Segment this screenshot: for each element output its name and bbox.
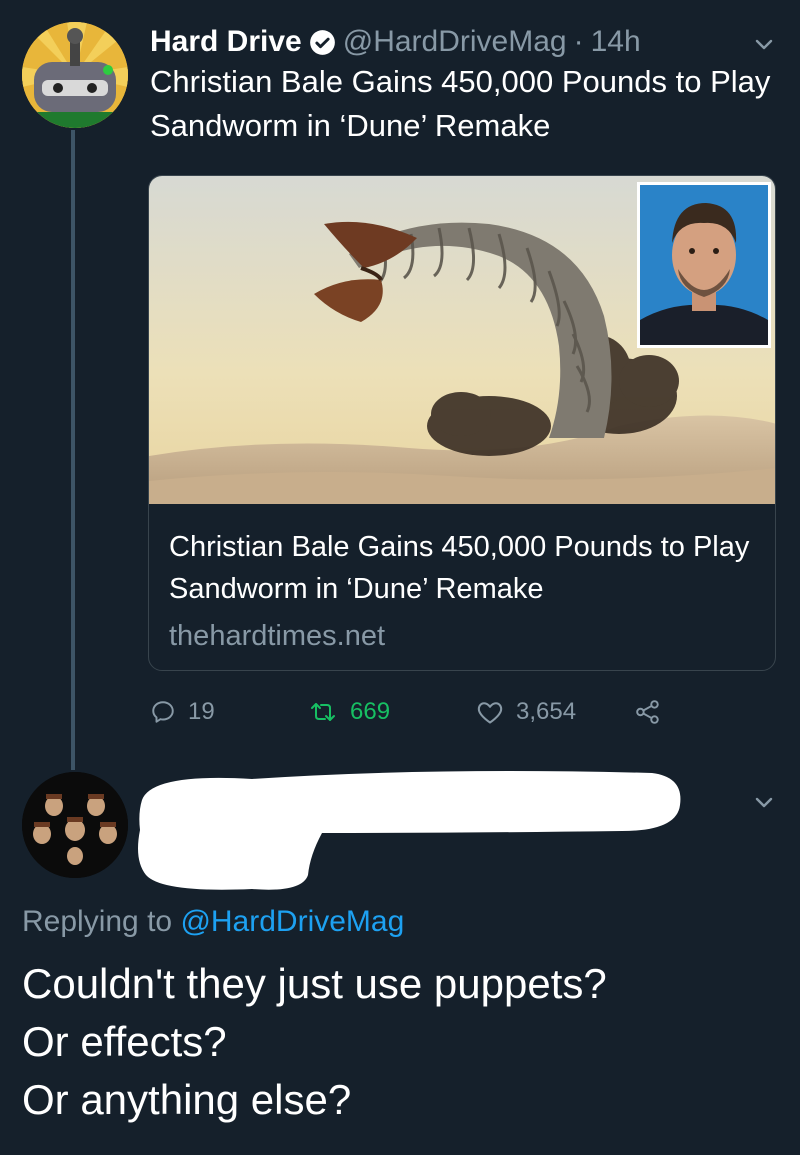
author-display-name[interactable]: Hard Drive [150, 25, 302, 59]
inset-portrait-photo [637, 182, 771, 348]
like-count: 3,654 [516, 698, 577, 725]
chevron-down-icon[interactable] [752, 790, 776, 814]
tweet-action-bar: 19 669 3,654 [150, 690, 710, 734]
reply-text-line: Or anything else? [22, 1076, 352, 1123]
retweet-icon [308, 699, 338, 725]
card-title[interactable]: Christian Bale Gains 450,000 Pounds to P… [169, 526, 759, 610]
author-handle[interactable]: @HardDriveMag [343, 25, 567, 59]
chevron-down-icon[interactable] [752, 32, 776, 56]
tweet-text: Christian Bale Gains 450,000 Pounds to P… [150, 64, 771, 143]
reply-text-line: Couldn't they just use puppets? [22, 960, 607, 1007]
reply-button[interactable]: 19 [150, 690, 215, 734]
like-button[interactable]: 3,654 [476, 690, 576, 734]
reply-text-line: Or effects? [22, 1018, 227, 1065]
reply-text: Couldn't they just use puppets? Or effec… [22, 955, 782, 1129]
heart-icon [476, 699, 504, 725]
tweet-timestamp[interactable]: 14h [591, 25, 641, 59]
replying-to-mention[interactable]: @HardDriveMag [180, 905, 404, 938]
hard-drive-logo-icon [22, 22, 128, 128]
verified-badge-icon [309, 29, 336, 56]
tweet-header: Hard Drive @HardDriveMag · 14h [150, 22, 641, 62]
retweet-count: 669 [350, 698, 391, 725]
reply-author-avatar[interactable] [22, 772, 128, 878]
card-domain: thehardtimes.net [169, 620, 386, 652]
replying-to-label: Replying to [22, 905, 173, 938]
author-avatar[interactable] [22, 22, 128, 128]
replying-to-line: Replying to @HardDriveMag [22, 902, 404, 942]
retweet-button[interactable]: 669 [308, 690, 390, 734]
header-separator: · [573, 25, 584, 58]
share-icon [634, 699, 662, 725]
redacted-username-scribble [132, 765, 692, 895]
link-preview-card[interactable]: Christian Bale Gains 450,000 Pounds to P… [148, 175, 776, 671]
reply-icon [150, 699, 176, 725]
reply-count: 19 [188, 698, 215, 725]
share-button[interactable] [634, 690, 662, 734]
puppets-avatar-image [22, 772, 128, 878]
thread-connector-line [71, 130, 75, 770]
